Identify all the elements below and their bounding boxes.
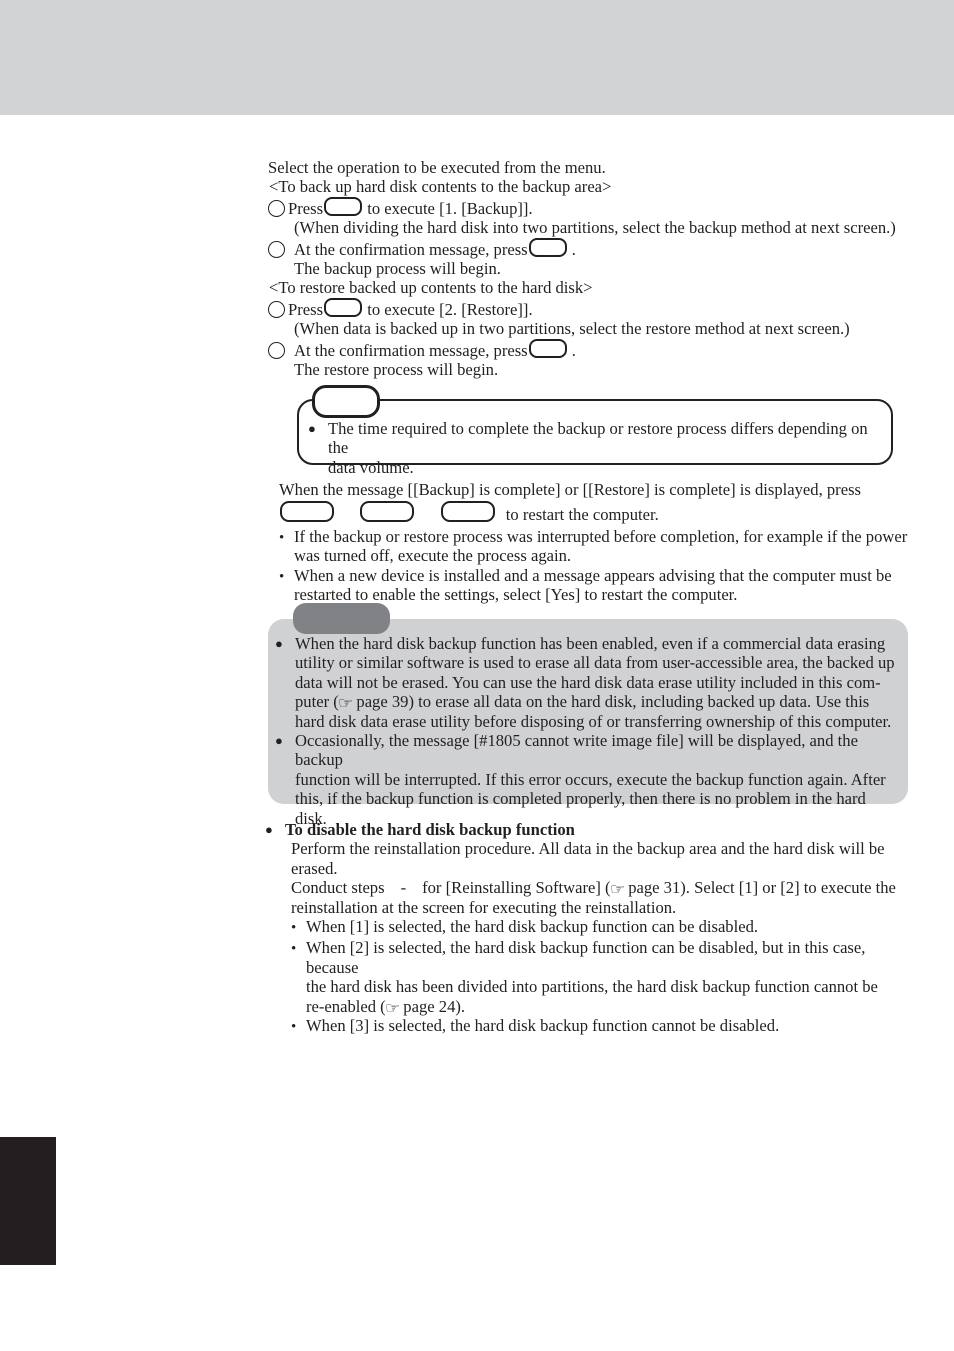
bullet-dot-icon xyxy=(291,1016,301,1037)
pointing-hand-icon: ☞ xyxy=(609,880,626,899)
caution-callout-label-tab xyxy=(293,603,390,634)
restart-bullet-2: When a new device is installed and a mes… xyxy=(268,566,908,605)
keycap-icon xyxy=(360,501,415,523)
backup-step-1-note: (When dividing the hard disk into two pa… xyxy=(294,218,896,238)
caution-item-2: Occasionally, the message [#1805 cannot … xyxy=(275,731,897,828)
backup-step-1: Press to execute [1. [Backup]]. xyxy=(268,196,908,218)
step-circle-icon xyxy=(268,341,285,359)
disable-bullet-3: When [3] is selected, the hard disk back… xyxy=(265,1016,910,1037)
bullet-dot-icon xyxy=(291,938,301,1016)
restore-step-1: Press to execute [2. [Restore]]. xyxy=(268,297,908,319)
backup-step-2-note: The backup process will begin. xyxy=(294,259,501,279)
backup-step-1-text: Press to execute [1. [Backup]]. xyxy=(288,196,533,218)
bullet-dot-icon xyxy=(275,634,291,731)
restart-instructions: When the message [[Backup] is complete] … xyxy=(268,480,908,604)
caution-callout-body: When the hard disk backup function has b… xyxy=(275,634,897,828)
disable-line-3: Conduct steps - for [Reinstalling Software… xyxy=(291,878,896,917)
page-content: Select the operation to be executed from… xyxy=(268,158,908,379)
restore-step-1-note: (When data is backed up in two partition… xyxy=(294,319,850,339)
bullet-dot-icon xyxy=(279,566,289,605)
disable-backup-section: To disable the hard disk backup function… xyxy=(265,820,910,1037)
restart-bullet-1: If the backup or restore process was int… xyxy=(268,527,908,566)
step-circle-icon xyxy=(268,300,285,318)
backup-step-2: At the confirmation message, press . xyxy=(268,237,908,259)
disable-bullet-2: When [2] is selected, the hard disk back… xyxy=(265,938,910,1016)
pointing-hand-icon: ☞ xyxy=(384,998,401,1017)
step-circle-icon xyxy=(268,199,285,217)
disable-heading-row: To disable the hard disk backup function xyxy=(265,820,910,839)
bullet-dot-icon xyxy=(275,731,291,828)
restore-step-2-text: At the confirmation message, press . xyxy=(294,338,576,360)
note-callout-text: The time required to complete the backup… xyxy=(328,419,868,477)
restore-step-1-text: Press to execute [2. [Restore]]. xyxy=(288,297,533,319)
bullet-dot-icon xyxy=(265,820,281,839)
note-callout-body: The time required to complete the backup… xyxy=(308,419,888,477)
restore-section-heading: <To restore backed up contents to the ha… xyxy=(269,278,593,298)
page-edge-tab xyxy=(0,1137,56,1265)
restart-line-1: When the message [[Backup] is complete] … xyxy=(279,480,861,499)
keycap-icon xyxy=(440,501,495,523)
disable-heading: To disable the hard disk backup function xyxy=(285,820,575,839)
keycap-icon xyxy=(280,501,334,523)
bullet-dot-icon xyxy=(279,527,289,566)
pointing-hand-icon: ☞ xyxy=(337,694,354,713)
keycap-icon xyxy=(528,237,567,257)
restart-line-2: to restart the computer. xyxy=(268,501,908,524)
backup-step-2-text: At the confirmation message, press . xyxy=(294,237,576,259)
backup-section-heading: <To back up hard disk contents to the ba… xyxy=(269,177,612,197)
restore-step-2-note: The restore process will begin. xyxy=(294,360,499,380)
bullet-dot-icon xyxy=(291,917,301,938)
caution-item-1: When the hard disk backup function has b… xyxy=(275,634,897,731)
disable-bullet-1: When [1] is selected, the hard disk back… xyxy=(265,917,910,938)
intro-line: Select the operation to be executed from… xyxy=(268,158,606,177)
bullet-dot-icon xyxy=(308,419,324,477)
keycap-icon xyxy=(324,196,363,216)
keycap-icon xyxy=(324,297,363,317)
note-callout-label-tab xyxy=(312,385,380,418)
step-circle-icon xyxy=(268,240,285,258)
page-header-band xyxy=(0,0,954,115)
restore-step-2: At the confirmation message, press . xyxy=(268,338,908,360)
disable-line-1: Perform the reinstallation procedure. Al… xyxy=(291,839,885,878)
keycap-icon xyxy=(528,338,567,358)
